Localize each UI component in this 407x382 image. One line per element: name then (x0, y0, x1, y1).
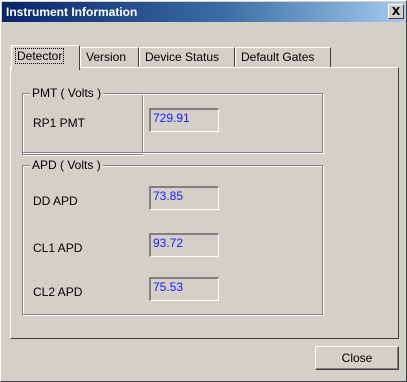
rp1-pmt-label: RP1 PMT (33, 116, 86, 130)
cl2-apd-value: 75.53 (149, 277, 219, 301)
cl1-apd-value: 93.72 (149, 233, 219, 257)
tab-default-gates-label: Default Gates (241, 50, 315, 64)
window-title: Instrument Information (6, 5, 138, 19)
tab-detector-label: Detector (14, 48, 65, 64)
tab-device-status-label: Device Status (145, 50, 220, 64)
close-button[interactable]: Close (315, 346, 399, 370)
tab-version-label: Version (86, 50, 127, 64)
pmt-group-box: PMT ( Volts ) RP1 PMT 729.91 (22, 86, 323, 153)
rp1-pmt-value: 729.91 (149, 108, 219, 132)
close-icon[interactable]: X (388, 4, 404, 19)
tab-default-gates[interactable]: Default Gates (235, 47, 331, 67)
pmt-group-legend: PMT ( Volts ) (30, 86, 104, 100)
cl1-apd-label: CL1 APD (33, 241, 83, 255)
title-bar[interactable]: Instrument Information X (2, 2, 406, 22)
apd-group-legend: APD ( Volts ) (30, 158, 103, 172)
apd-group-box: APD ( Volts ) DD APD 73.85 CL1 APD 93.72… (22, 158, 323, 315)
cl2-apd-label: CL2 APD (33, 285, 83, 299)
tab-device-status[interactable]: Device Status (139, 47, 235, 67)
tab-detector[interactable]: Detector (11, 45, 80, 70)
dd-apd-label: DD APD (33, 194, 78, 208)
instrument-information-dialog: Instrument Information X Detector Versio… (0, 0, 407, 382)
dd-apd-value: 73.85 (149, 186, 219, 210)
tab-version[interactable]: Version (80, 47, 139, 67)
tab-strip: Detector Version Device Status Default G… (11, 45, 341, 70)
